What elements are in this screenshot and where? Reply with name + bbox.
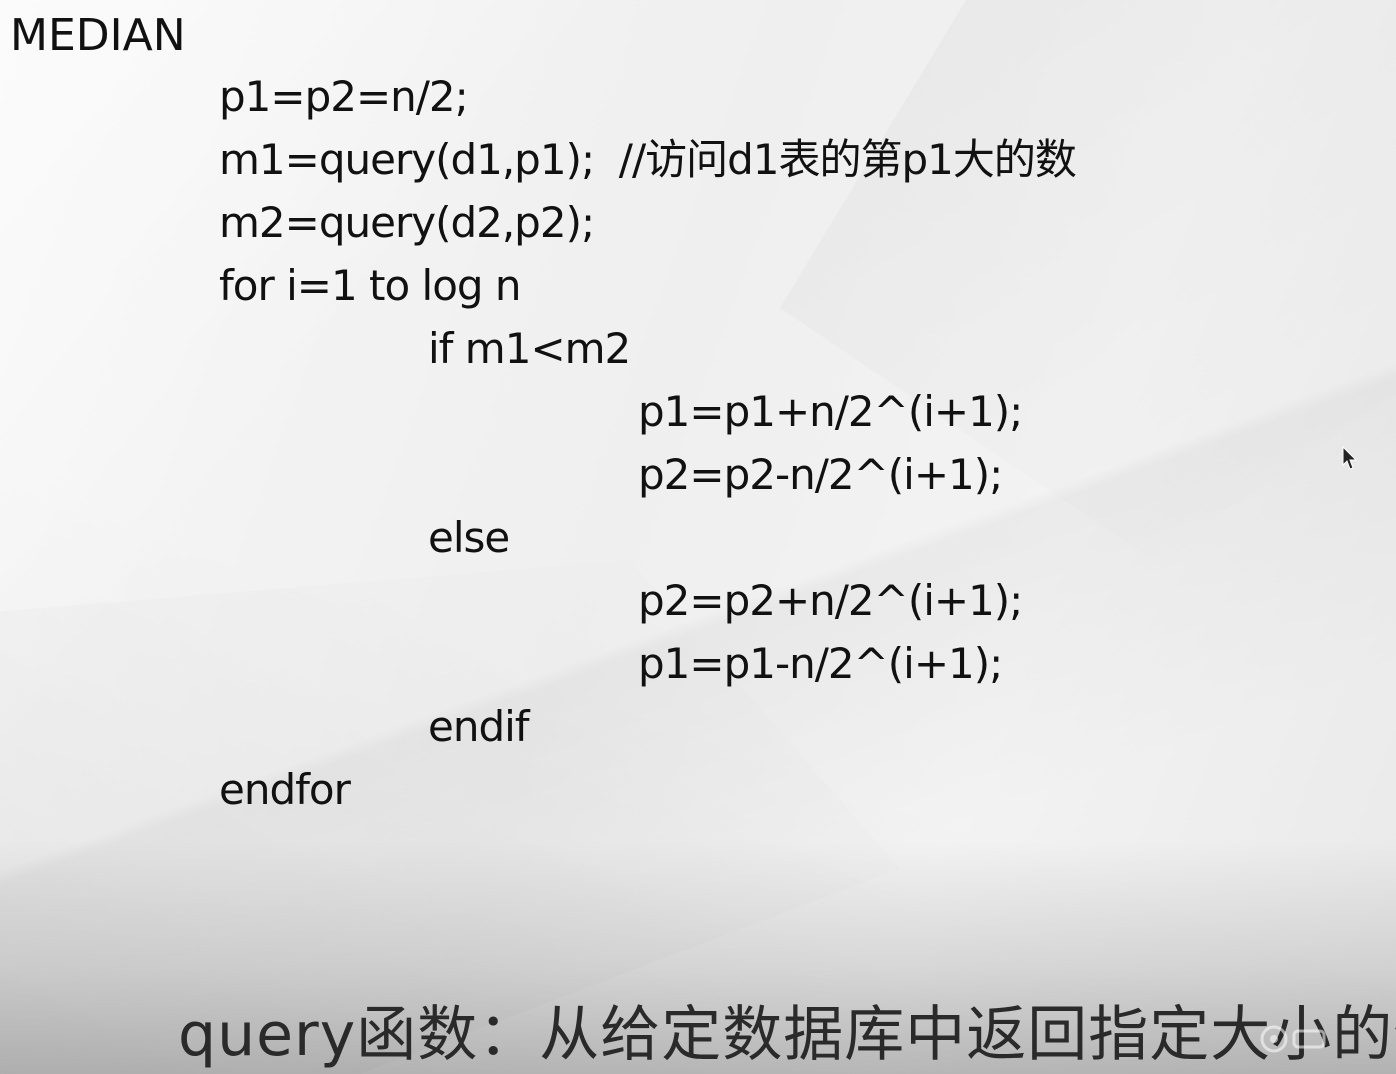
code-line: m1=query(d1,p1); //访问d1表的第p1大的数 <box>219 135 1077 184</box>
mouse-pointer-icon <box>1342 445 1358 472</box>
code-line: if m1<m2 <box>428 324 631 373</box>
code-line: endif <box>428 702 530 751</box>
code-line: p1=p2=n/2; <box>219 72 469 121</box>
code-line: p1=p1-n/2^(i+1); <box>638 639 1003 688</box>
code-line: p1=p1+n/2^(i+1); <box>638 387 1023 436</box>
code-line: p2=p2+n/2^(i+1); <box>638 576 1023 625</box>
code-line: else <box>428 513 510 562</box>
watermark-logo-icon <box>1258 1022 1330 1056</box>
code-line: p2=p2-n/2^(i+1); <box>638 450 1003 499</box>
video-subtitle: query函数：从给定数据库中返回指定大小的值 <box>178 1000 1396 1070</box>
slide-title: MEDIAN <box>10 10 186 61</box>
code-line: endfor <box>219 765 351 814</box>
code-line: m2=query(d2,p2); <box>219 198 595 247</box>
code-line: for i=1 to log n <box>219 261 522 310</box>
